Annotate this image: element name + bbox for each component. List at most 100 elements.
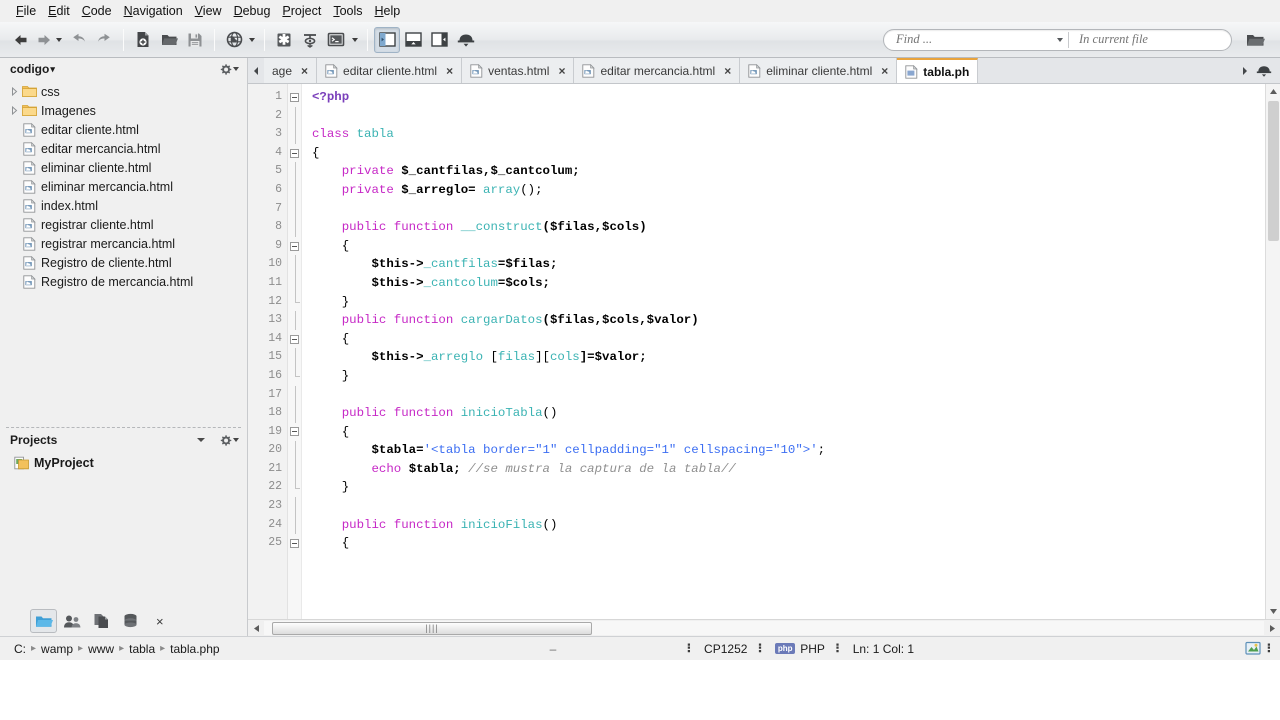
close-tab-icon[interactable]: ×	[301, 64, 308, 78]
fold-cell[interactable]	[288, 106, 301, 126]
fold-collapse-icon[interactable]	[290, 334, 299, 344]
tree-file[interactable]: registrar mercancia.html	[0, 234, 247, 253]
fold-cell[interactable]	[288, 273, 301, 293]
menu-item-tools[interactable]: Tools	[327, 2, 368, 20]
fold-cell[interactable]	[288, 423, 301, 442]
tree-file[interactable]: Registro de mercancia.html	[0, 272, 247, 291]
tree-file[interactable]: editar cliente.html	[0, 120, 247, 139]
database-tab[interactable]	[117, 609, 144, 633]
breadcrumb-segment[interactable]: tabla	[129, 642, 155, 656]
code-line[interactable]: class tabla	[312, 125, 1280, 144]
breadcrumb-segment[interactable]: C:	[14, 642, 26, 656]
fold-cell[interactable]	[288, 199, 301, 219]
menu-item-edit[interactable]: Edit	[42, 2, 76, 20]
menu-item-debug[interactable]: Debug	[228, 2, 277, 20]
menu-item-help[interactable]: Help	[369, 2, 407, 20]
preview-browser-icon[interactable]	[221, 27, 247, 53]
fold-cell[interactable]	[288, 404, 301, 423]
fold-cell[interactable]	[288, 459, 301, 479]
code-line[interactable]: }	[312, 293, 1280, 312]
code-line[interactable]	[312, 200, 1280, 219]
search-input[interactable]	[884, 29, 1052, 50]
code-line[interactable]	[312, 497, 1280, 516]
fold-cell[interactable]	[288, 330, 301, 349]
breadcrumb-segment[interactable]: wamp	[41, 642, 73, 656]
menu-item-navigation[interactable]: Navigation	[118, 2, 189, 20]
tree-file[interactable]: eliminar mercancia.html	[0, 177, 247, 196]
toggle-right-pane-icon[interactable]	[426, 27, 452, 53]
tree-file[interactable]: index.html	[0, 196, 247, 215]
menu-item-project[interactable]: Project	[276, 2, 327, 20]
close-tab-icon[interactable]: ×	[724, 64, 731, 78]
fold-collapse-icon[interactable]	[290, 427, 299, 437]
status-notifications-icon[interactable]: ⠇	[1245, 641, 1275, 656]
scroll-right-icon[interactable]	[1264, 620, 1280, 636]
editor-tab-active[interactable]: tabla.ph	[897, 58, 979, 83]
save-icon[interactable]	[182, 27, 208, 53]
fold-cell[interactable]	[288, 218, 301, 237]
fold-cell[interactable]	[288, 88, 301, 107]
code-view[interactable]: 1 2 3 4 5 6 7 8 9 10 11 12 13 14 15 16 17 18 19 20 21 22 23 24 2…	[248, 84, 1280, 619]
code-line[interactable]: private $_cantfilas,$_cantcolum;	[312, 162, 1280, 181]
tab-scroll-right-icon[interactable]	[1241, 66, 1249, 76]
fold-cell[interactable]	[288, 292, 301, 312]
editor-tab[interactable]: editar cliente.html ×	[317, 58, 463, 83]
code-line[interactable]: $this->_cantfilas=$filas;	[312, 255, 1280, 274]
close-tab-icon[interactable]: ×	[558, 64, 565, 78]
breadcrumb-segment[interactable]: tabla.php	[170, 642, 219, 656]
tree-file[interactable]: editar mercancia.html	[0, 139, 247, 158]
menu-item-view[interactable]: View	[189, 2, 228, 20]
status-language[interactable]: php PHP	[775, 642, 825, 656]
gear-icon[interactable]	[219, 63, 241, 76]
fold-cell[interactable]	[288, 125, 301, 144]
open-folder-icon[interactable]	[156, 27, 182, 53]
search-bar[interactable]	[883, 28, 1232, 51]
redo-icon[interactable]	[91, 27, 117, 53]
fold-cell[interactable]	[288, 311, 301, 330]
code-line[interactable]: echo $tabla; //se mustra la captura de l…	[312, 460, 1280, 479]
fold-cell[interactable]	[288, 515, 301, 535]
fold-cell[interactable]	[288, 366, 301, 386]
preview-browser-dropdown-icon[interactable]	[247, 27, 258, 53]
code-line[interactable]: public function cargarDatos($filas,$cols…	[312, 311, 1280, 330]
fold-collapse-icon[interactable]	[290, 241, 299, 251]
fold-cell[interactable]	[288, 534, 301, 553]
fold-cell[interactable]	[288, 497, 301, 516]
tree-file[interactable]: registrar cliente.html	[0, 215, 247, 234]
projects-gear-icon[interactable]	[219, 434, 241, 447]
people-tab[interactable]	[59, 609, 86, 633]
status-encoding[interactable]: CP1252	[704, 642, 747, 656]
tab-list-dropdown-icon[interactable]	[1255, 64, 1273, 78]
breadcrumb[interactable]: C: ▸ wamp ▸ www ▸ tabla ▸ tabla.php	[14, 642, 220, 656]
fold-collapse-icon[interactable]	[290, 92, 299, 102]
step-over-icon[interactable]	[297, 27, 323, 53]
scroll-up-icon[interactable]	[1266, 84, 1280, 99]
code-line[interactable]: public function inicioTabla()	[312, 404, 1280, 423]
scroll-down-icon[interactable]	[1266, 604, 1280, 619]
tree-folder[interactable]: Imagenes	[0, 101, 247, 120]
code-line[interactable]: public function inicioFilas()	[312, 516, 1280, 535]
debug-icon[interactable]: ✱	[271, 27, 297, 53]
code-line[interactable]: {	[312, 144, 1280, 163]
code-line[interactable]: <?php	[312, 88, 1280, 107]
close-tab-icon[interactable]: ×	[881, 64, 888, 78]
breadcrumb-segment[interactable]: www	[88, 642, 114, 656]
editor-tab[interactable]: ventas.html ×	[462, 58, 575, 83]
vertical-scroll-thumb[interactable]	[1267, 101, 1279, 241]
copy-tab[interactable]	[88, 609, 115, 633]
fold-cell[interactable]	[288, 180, 301, 200]
sidebar-title-caret-icon[interactable]: ▾	[50, 64, 55, 75]
code-fold-column[interactable]	[288, 84, 302, 619]
toggle-bottom-pane-icon[interactable]	[400, 27, 426, 53]
fold-cell[interactable]	[288, 237, 301, 256]
menu-item-file[interactable]: File	[10, 2, 42, 20]
code-line[interactable]	[312, 107, 1280, 126]
chevron-right-icon[interactable]	[8, 106, 20, 115]
console-icon[interactable]	[323, 27, 349, 53]
code-line[interactable]: {	[312, 330, 1280, 349]
open-project-folder-icon[interactable]	[1242, 27, 1268, 53]
code-line[interactable]: {	[312, 237, 1280, 256]
code-line[interactable]	[312, 386, 1280, 405]
forward-icon[interactable]	[34, 27, 54, 53]
tree-folder[interactable]: css	[0, 82, 247, 101]
